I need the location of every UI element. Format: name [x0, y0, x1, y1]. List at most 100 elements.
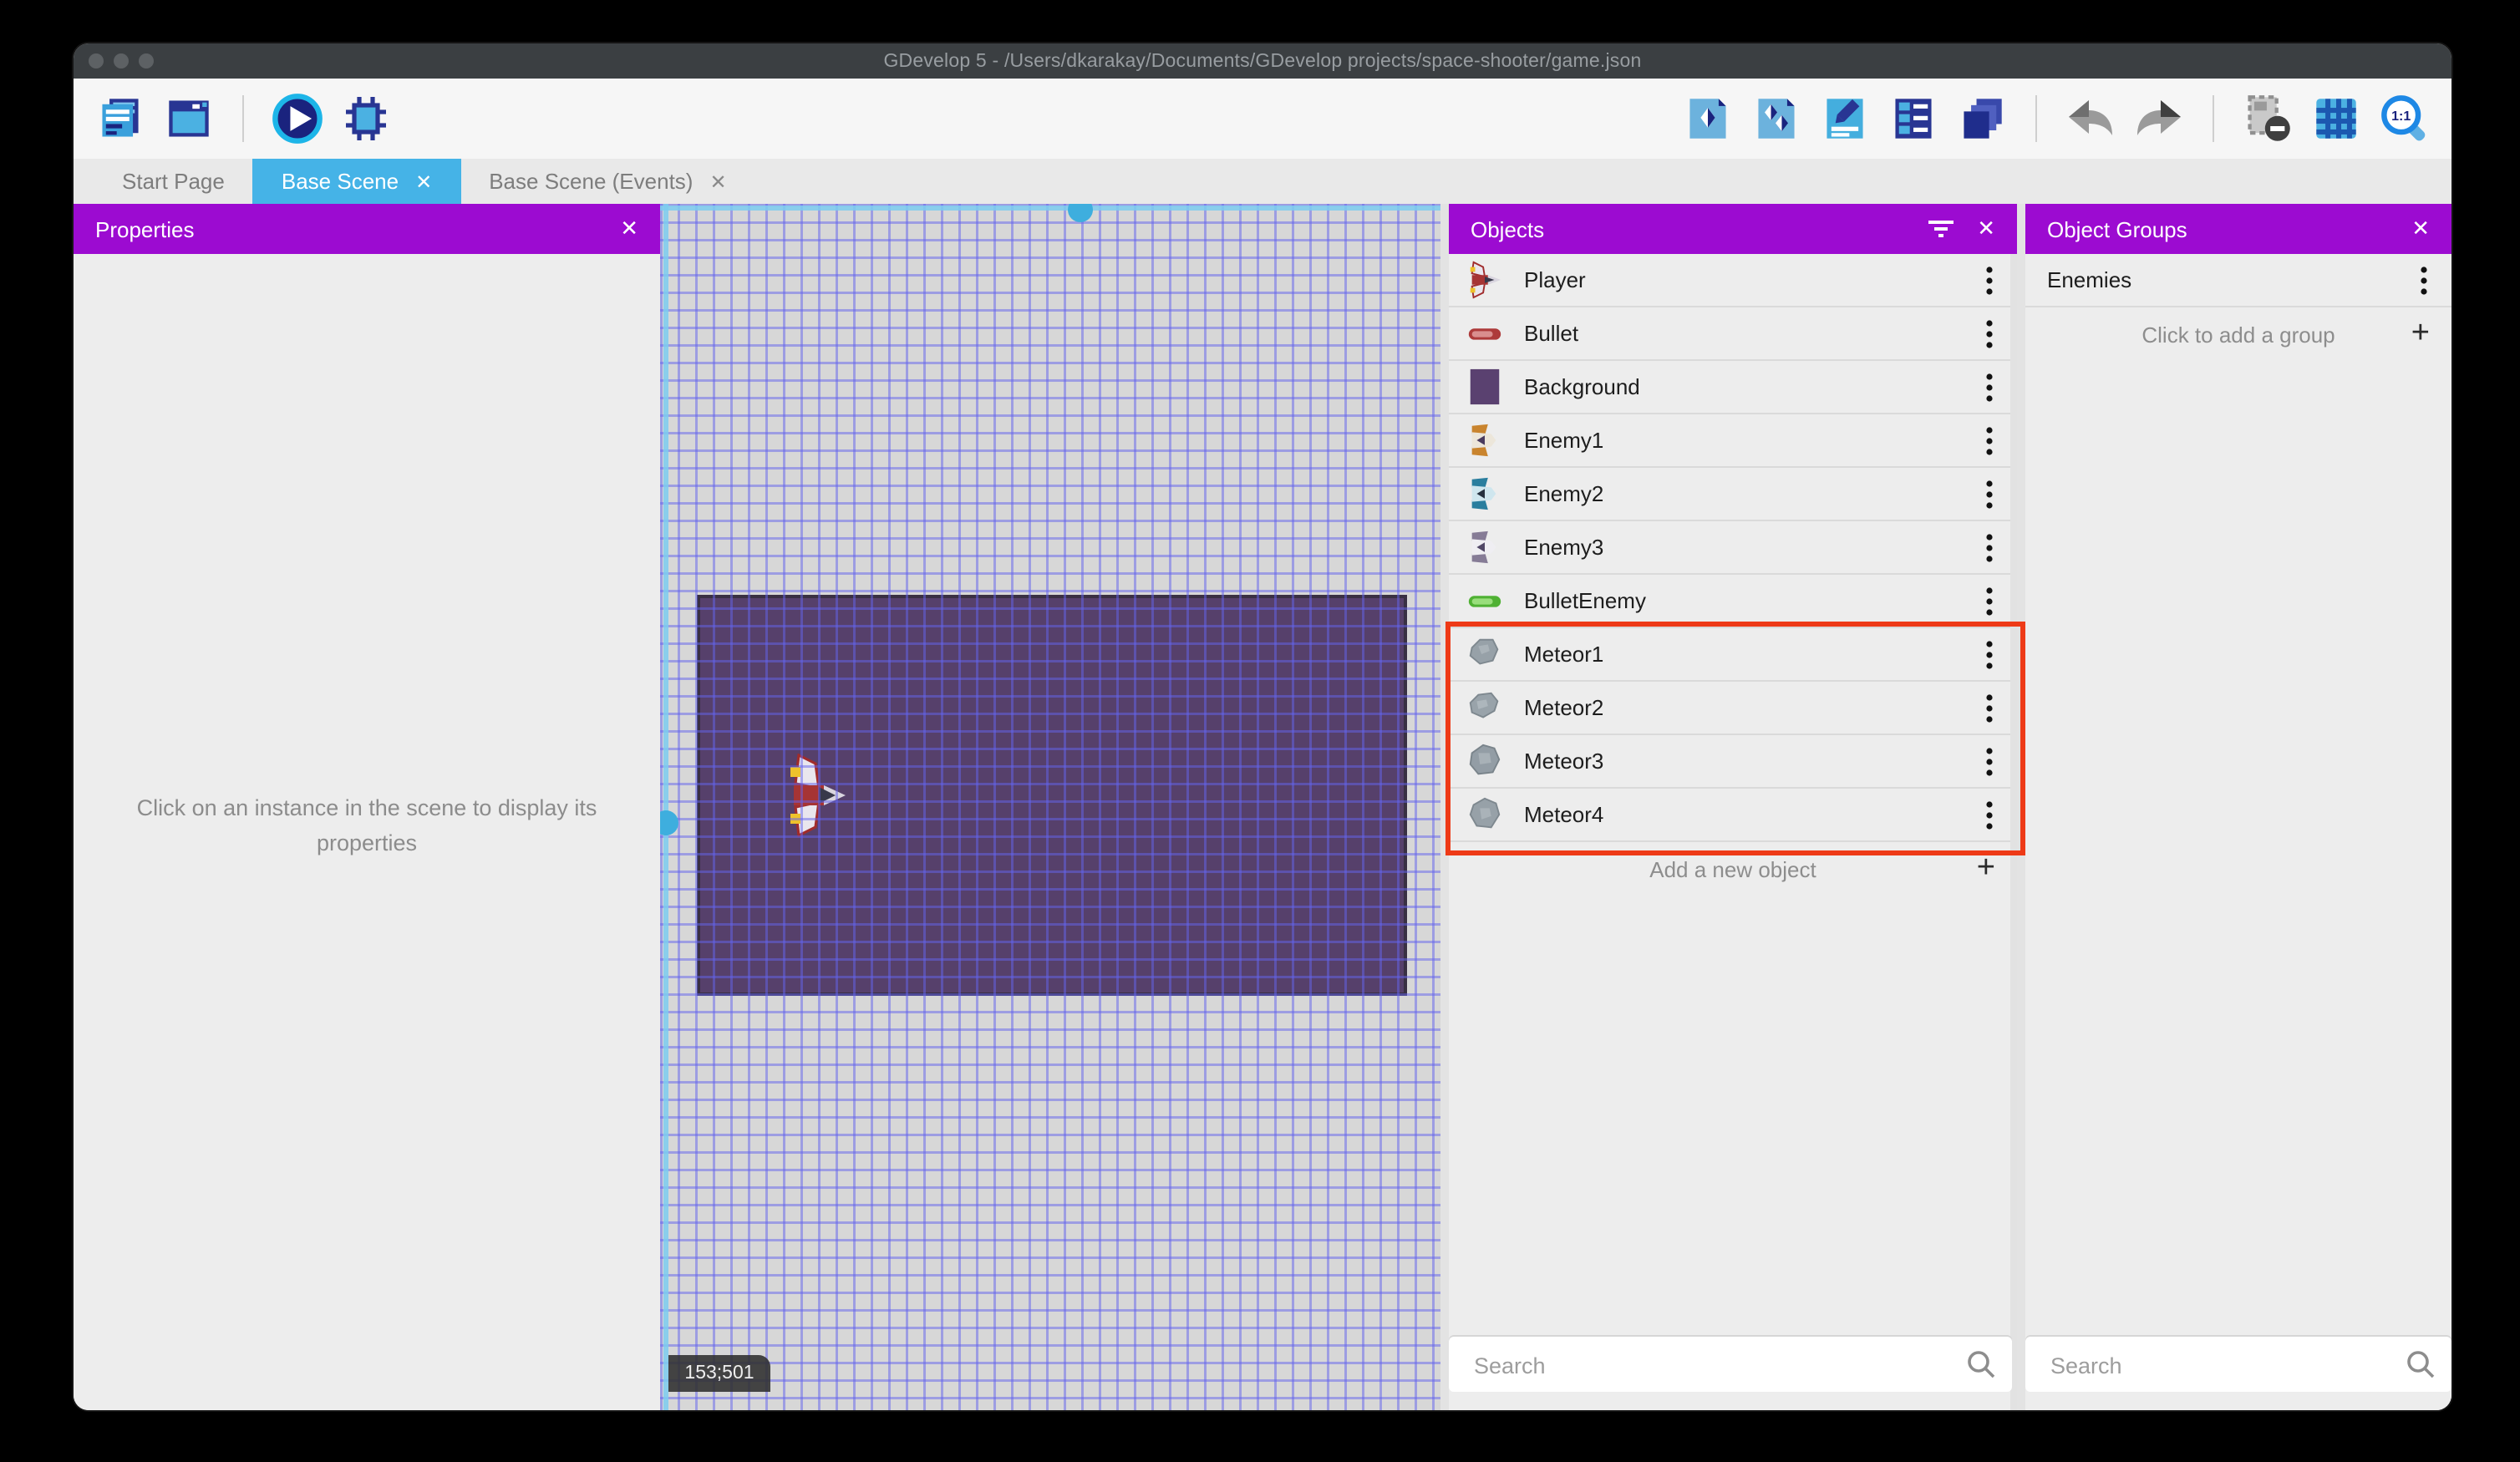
- edit-properties-button[interactable]: [1818, 92, 1872, 145]
- undo-button[interactable]: [2064, 92, 2117, 145]
- close-tab-icon[interactable]: ✕: [709, 170, 726, 193]
- selection-handle-top[interactable]: [1068, 204, 1093, 222]
- object-menu-kebab-icon[interactable]: [1977, 372, 2000, 402]
- scene-canvas[interactable]: 153;501: [660, 204, 1440, 1410]
- close-window-button[interactable]: [89, 53, 104, 69]
- tab-base-scene-events[interactable]: Base Scene (Events) ✕: [460, 159, 754, 204]
- filter-icon[interactable]: [1928, 219, 1954, 239]
- play-icon: [271, 92, 324, 145]
- group-menu-kebab-icon[interactable]: [2411, 265, 2435, 295]
- tab-base-scene[interactable]: Base Scene ✕: [252, 159, 461, 204]
- object-row-bullet[interactable]: Bullet: [1449, 307, 2017, 361]
- screenshot-stage: GDevelop 5 - /Users/dkarakay/Documents/G…: [0, 0, 2520, 1462]
- object-row-meteor1[interactable]: Meteor1: [1449, 628, 2017, 682]
- plus-icon: +: [1976, 850, 1995, 886]
- add-new-object-button[interactable]: Add a new object +: [1449, 842, 2017, 896]
- project-manager-button[interactable]: [94, 92, 147, 145]
- toggle-mask-button[interactable]: [2241, 92, 2294, 145]
- selection-handle-left[interactable]: [660, 810, 678, 835]
- player-thumbnail-icon: [1466, 261, 1504, 299]
- layers-icon: [1959, 95, 2005, 142]
- tab-label: Base Scene: [281, 169, 399, 194]
- object-menu-kebab-icon[interactable]: [1977, 586, 2000, 616]
- object-row-enemy2[interactable]: Enemy2: [1449, 468, 2017, 521]
- object-menu-kebab-icon[interactable]: [1977, 746, 2000, 776]
- bullet-thumbnail-icon: [1466, 314, 1504, 353]
- toggle-object-groups-button[interactable]: [1750, 92, 1803, 145]
- object-menu-kebab-icon[interactable]: [1977, 265, 2000, 295]
- object-label: Meteor1: [1524, 642, 1604, 667]
- close-panel-icon[interactable]: ✕: [620, 216, 638, 242]
- object-label: Bullet: [1524, 321, 1579, 346]
- enemy1-thumbnail-icon: [1466, 421, 1504, 459]
- properties-empty-message: Click on an instance in the scene to dis…: [136, 795, 597, 855]
- open-scene-button[interactable]: [162, 92, 216, 145]
- pencil-edit-icon: [1821, 95, 1868, 142]
- scene-window-icon: [165, 95, 212, 142]
- list-icon: [1890, 95, 1937, 142]
- object-groups-icon: [1753, 95, 1800, 142]
- enemy2-thumbnail-icon: [1466, 475, 1504, 513]
- object-menu-kebab-icon[interactable]: [1977, 800, 2000, 830]
- layers-button[interactable]: [1955, 92, 2009, 145]
- object-menu-kebab-icon[interactable]: [1977, 693, 2000, 723]
- groups-search-input[interactable]: [2047, 1337, 2352, 1395]
- object-menu-kebab-icon[interactable]: [1977, 639, 2000, 669]
- close-panel-icon[interactable]: ✕: [1977, 216, 1995, 242]
- object-label: Enemy2: [1524, 481, 1604, 506]
- redo-arrow-icon: [2132, 95, 2186, 142]
- add-object-label: Add a new object: [1649, 856, 1816, 881]
- tab-start-page[interactable]: Start Page: [94, 159, 253, 204]
- toggle-objects-panel-button[interactable]: [1681, 92, 1735, 145]
- cursor-coordinates-badge: 153;501: [668, 1355, 770, 1392]
- zoom-original-button[interactable]: 1:1: [2378, 92, 2431, 145]
- window-title: GDevelop 5 - /Users/dkarakay/Documents/G…: [883, 51, 1642, 71]
- object-menu-kebab-icon[interactable]: [1977, 479, 2000, 509]
- toolbar-separator: [242, 95, 244, 142]
- objects-search-input[interactable]: [1471, 1337, 1872, 1395]
- group-row-enemies[interactable]: Enemies: [2025, 254, 2451, 307]
- meteor-thumbnail-icon: [1466, 742, 1504, 780]
- object-row-meteor2[interactable]: Meteor2: [1449, 682, 2017, 735]
- preview-play-button[interactable]: [271, 92, 324, 145]
- editor-content: Properties ✕ Click on an instance in the…: [74, 204, 2451, 1410]
- object-row-background[interactable]: Background: [1449, 361, 2017, 414]
- instances-list-button[interactable]: [1887, 92, 1940, 145]
- plus-icon: +: [2411, 316, 2430, 351]
- group-label: Enemies: [2047, 267, 2132, 292]
- close-panel-icon[interactable]: ✕: [2411, 216, 2430, 242]
- properties-panel-title: Properties: [95, 216, 195, 241]
- search-icon: [2405, 1348, 2436, 1388]
- meteor-thumbnail-icon: [1466, 795, 1504, 834]
- maximize-window-button[interactable]: [139, 53, 154, 69]
- toggle-grid-button[interactable]: [2309, 92, 2363, 145]
- minimize-window-button[interactable]: [114, 53, 129, 69]
- mask-remove-icon: [2243, 94, 2293, 144]
- object-label: Enemy1: [1524, 428, 1604, 453]
- meteor-thumbnail-icon: [1466, 635, 1504, 673]
- object-menu-kebab-icon[interactable]: [1977, 532, 2000, 562]
- objects-panel: Objects ✕ Player Bullet Background Enemy…: [1445, 204, 2025, 1410]
- close-tab-icon[interactable]: ✕: [415, 170, 432, 193]
- tab-label: Start Page: [122, 169, 225, 194]
- object-row-enemy1[interactable]: Enemy1: [1449, 414, 2017, 468]
- title-bar: GDevelop 5 - /Users/dkarakay/Documents/G…: [74, 43, 2451, 79]
- objects-panel-title: Objects: [1471, 216, 1545, 241]
- object-menu-kebab-icon[interactable]: [1977, 318, 2000, 348]
- bulletenemy-thumbnail-icon: [1466, 581, 1504, 620]
- player-ship-instance[interactable]: [784, 753, 847, 845]
- object-menu-kebab-icon[interactable]: [1977, 425, 2000, 455]
- gdevelop-window: GDevelop 5 - /Users/dkarakay/Documents/G…: [74, 43, 2451, 1410]
- objects-scrollbar-gutter[interactable]: [2010, 254, 2017, 1410]
- debug-button[interactable]: [339, 92, 393, 145]
- add-group-button[interactable]: Click to add a group +: [2025, 307, 2451, 361]
- traffic-lights: [89, 43, 154, 79]
- object-row-meteor3[interactable]: Meteor3: [1449, 735, 2017, 789]
- selection-edge-top: [660, 206, 1440, 211]
- object-row-meteor4[interactable]: Meteor4: [1449, 789, 2017, 842]
- redo-button[interactable]: [2132, 92, 2186, 145]
- object-row-player[interactable]: Player: [1449, 254, 2017, 307]
- object-label: Enemy3: [1524, 535, 1604, 560]
- object-row-enemy3[interactable]: Enemy3: [1449, 521, 2017, 575]
- object-row-bulletenemy[interactable]: BulletEnemy: [1449, 575, 2017, 628]
